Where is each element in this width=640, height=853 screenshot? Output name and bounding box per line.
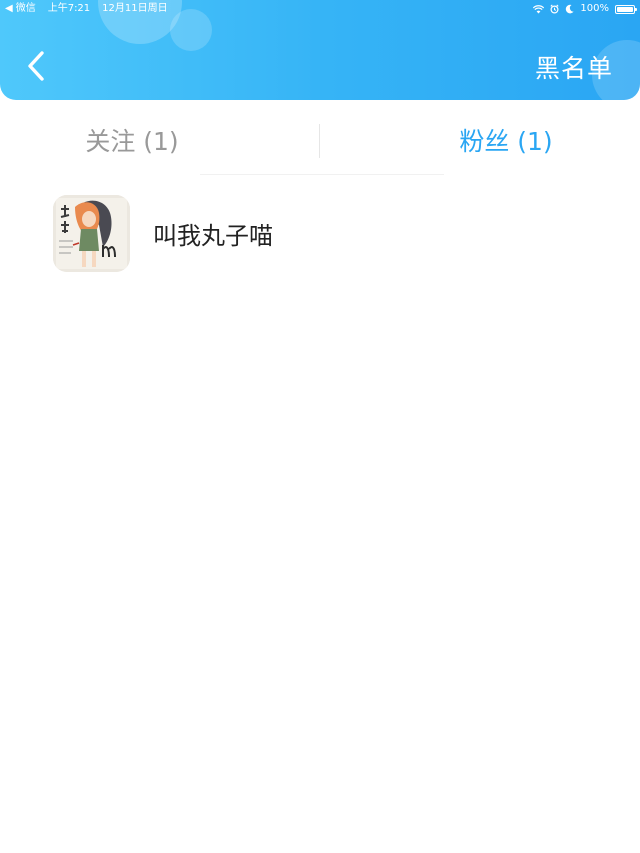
back-triangle-icon: ◀: [5, 3, 13, 14]
tab-bar-divider: [200, 174, 444, 175]
username: 叫我丸子喵: [153, 222, 273, 250]
alarm-icon: [550, 4, 559, 14]
back-button[interactable]: [18, 44, 54, 88]
tab-fans[interactable]: 粉丝 (1): [436, 106, 576, 174]
wifi-icon: [533, 4, 545, 13]
avatar[interactable]: [53, 195, 130, 272]
battery-icon: [615, 4, 637, 14]
tab-bar: 关注 (1) 粉丝 (1): [0, 106, 640, 174]
tab-following[interactable]: 关注 (1): [62, 106, 202, 174]
status-left: ◀ 微信 上午7:21 12月11日周日: [5, 1, 168, 17]
screen: ◀ 微信 上午7:21 12月11日周日 100% 黑名单 关注 (1) 粉丝 …: [0, 0, 640, 853]
battery-percent: 100%: [580, 3, 609, 14]
back-to-app-link[interactable]: ◀ 微信: [5, 1, 36, 17]
fan-list-item[interactable]: 叫我丸子喵: [0, 190, 640, 276]
avatar-image: [53, 195, 130, 272]
status-time: 上午7:21: [47, 3, 91, 14]
status-bar: ◀ 微信 上午7:21 12月11日周日 100%: [0, 0, 640, 18]
back-app-label: 微信: [15, 3, 36, 14]
tab-divider: [319, 124, 320, 158]
moon-icon: [566, 4, 575, 14]
battery-fill: [617, 6, 633, 12]
chevron-left-icon: [28, 51, 44, 81]
blacklist-button[interactable]: 黑名单: [535, 49, 613, 85]
status-right: 100%: [533, 1, 637, 17]
header: ◀ 微信 上午7:21 12月11日周日 100% 黑名单: [0, 0, 640, 100]
status-date: 12月11日周日: [102, 3, 168, 14]
